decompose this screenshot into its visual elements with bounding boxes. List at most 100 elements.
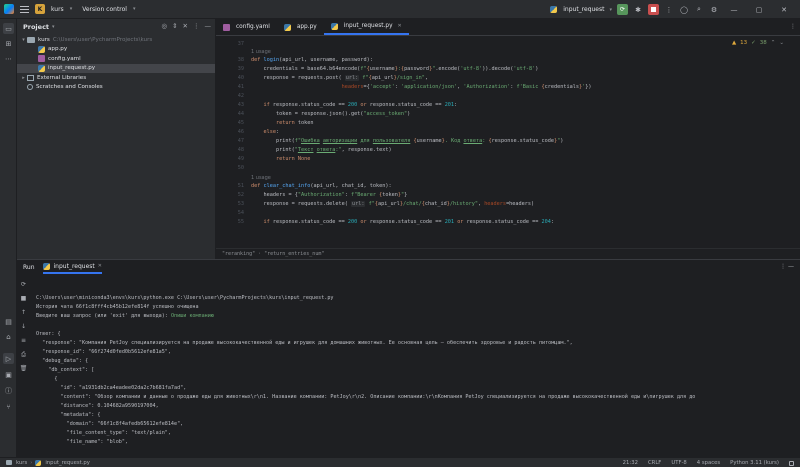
stop-icon — [651, 7, 656, 12]
pycharm-logo-icon — [4, 4, 14, 14]
console-line: История чата 66f1c8fff4cb45b12efe814f ус… — [36, 304, 199, 310]
main-menu-icon[interactable] — [20, 5, 29, 13]
project-tool-icon[interactable]: ▭ — [3, 23, 14, 34]
python-file-icon — [42, 262, 50, 270]
rerun-button[interactable]: ⟳ — [617, 4, 628, 15]
console-line: Введите ваш запрос (или 'exit' для выход… — [36, 313, 214, 319]
project-panel-title[interactable]: Project — [23, 23, 49, 31]
chevron-down-icon[interactable]: ▾ — [609, 7, 612, 13]
python-interpreter[interactable]: Python 3.11 (kurs) — [730, 460, 779, 466]
status-project[interactable]: kurs — [16, 460, 27, 466]
console-line: "response_id": "66f274d0fed0b5612efe81a5… — [36, 349, 171, 355]
chevron-down-icon[interactable]: ▾ — [133, 6, 136, 12]
python-file-icon — [38, 45, 45, 53]
status-bar: kurs › input_request.py 21:32 CRLF UTF-8… — [0, 457, 800, 467]
library-icon — [27, 74, 34, 81]
code-area[interactable]: 37 1 usage 38 def login(api_url, username… — [216, 39, 800, 248]
structure-icon[interactable]: ⊞ — [3, 38, 14, 49]
python-file-icon — [548, 5, 558, 15]
console-line: C:\Users\user\miniconda3\envs\kurs\pytho… — [36, 295, 334, 301]
terminal-icon[interactable]: ▣ — [3, 369, 14, 380]
settings-icon[interactable]: ⚙ — [709, 5, 719, 15]
vcs-menu[interactable]: Version control — [82, 6, 127, 13]
run-tab-input-request[interactable]: input_request ✕ — [42, 260, 102, 274]
yaml-file-icon — [38, 55, 45, 63]
console-output[interactable]: C:\Users\user\miniconda3\envs\kurs\pytho… — [36, 294, 800, 458]
editor-breadcrumb[interactable]: "reranking" · "return_entries_num" — [216, 248, 800, 259]
expand-icon[interactable]: ⇕ — [172, 22, 177, 30]
line-separator[interactable]: CRLF — [648, 460, 661, 466]
python-file-icon — [38, 64, 45, 72]
tab-config-yaml[interactable]: config.yaml — [216, 19, 277, 35]
tool-window-strip: ▭ ⊞ ⋯ ▤ ⌂ ▷ ▣ ⓘ ⑂ — [0, 19, 17, 457]
tab-app-py[interactable]: app.py — [277, 19, 324, 35]
project-panel: Project ▾ ◎ ⇕ ✕ ⋮ — ▾ kurs C:\Users\user… — [17, 19, 216, 259]
options-icon[interactable]: ⋮ — [193, 22, 200, 30]
chevron-down-icon[interactable]: ▾ — [20, 37, 27, 43]
tab-list-icon[interactable]: ⋮ — [790, 23, 796, 30]
search-icon[interactable]: ⌕ — [694, 5, 704, 15]
rerun-icon[interactable]: ⟳ — [19, 280, 28, 289]
run-configuration-select[interactable]: input_request — [563, 6, 604, 13]
maximize-button[interactable]: ▢ — [749, 6, 769, 14]
project-badge[interactable]: K — [35, 4, 45, 14]
tree-file-app[interactable]: app.py — [17, 45, 215, 55]
run-panel-title: Run — [23, 263, 35, 271]
editor-tabs: config.yaml app.py input_request.py ✕ ⋮ — [216, 19, 800, 36]
tab-input-request-py[interactable]: input_request.py ✕ — [323, 19, 409, 35]
caret-position[interactable]: 21:32 — [623, 460, 638, 466]
usage-hint[interactable]: 1 usage — [251, 175, 271, 182]
locate-icon[interactable]: ◎ — [161, 22, 167, 30]
usage-hint[interactable]: 1 usage — [251, 49, 271, 56]
file-encoding[interactable]: UTF-8 — [671, 460, 686, 466]
debug-icon[interactable]: ✱ — [633, 5, 643, 15]
tree-root[interactable]: ▾ kurs C:\Users\user\PycharmProjects\kur… — [17, 35, 215, 45]
trash-icon[interactable]: 🗑 — [19, 364, 28, 373]
project-switcher[interactable]: kurs — [51, 6, 64, 13]
indent-setting[interactable]: 4 spaces — [697, 460, 720, 466]
close-button[interactable]: ✕ — [774, 6, 794, 14]
minimize-button[interactable]: — — [724, 6, 744, 14]
run-panel-header: Run input_request ✕ ⋮ — — [17, 260, 800, 274]
status-file[interactable]: input_request.py — [45, 460, 90, 466]
collapse-icon[interactable]: ✕ — [183, 22, 188, 30]
soft-wrap-icon[interactable]: ≡ — [19, 336, 28, 345]
run-tool-icon[interactable]: ▷ — [3, 353, 14, 364]
more-actions-icon[interactable]: ⋮ — [664, 5, 674, 15]
close-tab-icon[interactable]: ✕ — [98, 263, 102, 269]
more-tools-icon[interactable]: ⋯ — [3, 53, 14, 64]
tree-file-input-request[interactable]: input_request.py — [17, 63, 215, 73]
tree-scratches[interactable]: Scratches and Consoles — [17, 83, 215, 93]
console-line: { — [36, 376, 58, 382]
hide-icon[interactable]: — — [205, 22, 212, 30]
chevron-right-icon[interactable]: ▸ — [20, 75, 27, 81]
console-line: "id": "a1931db2ca4eadee02da2c7b681fa7ad"… — [36, 385, 187, 391]
problems-icon[interactable]: ⓘ — [3, 385, 14, 396]
console-line: "db_context": [ — [36, 367, 95, 373]
python-console-icon[interactable]: ⌂ — [3, 331, 14, 342]
print-icon[interactable]: ⎙ — [19, 350, 28, 359]
run-panel: Run input_request ✕ ⋮ — ⟳ ■ ↑ ↓ ≡ ⎙ 🗑 C:… — [17, 259, 800, 457]
editor: config.yaml app.py input_request.py ✕ ⋮ … — [216, 19, 800, 259]
python-file-icon — [35, 459, 42, 466]
scroll-up-icon[interactable]: ↑ — [19, 308, 28, 317]
stop-button[interactable] — [648, 4, 659, 15]
account-icon[interactable]: ◯ — [679, 5, 689, 15]
title-bar: K kurs ▾ Version control ▾ input_request… — [0, 0, 800, 19]
lock-icon[interactable] — [789, 460, 794, 466]
stop-icon[interactable]: ■ — [19, 294, 28, 303]
scratches-icon — [27, 84, 33, 91]
chevron-down-icon[interactable]: ▾ — [52, 24, 55, 30]
console-line: "distance": 0.104682a9590197004, — [36, 403, 159, 409]
python-file-icon — [330, 22, 338, 30]
chevron-down-icon[interactable]: ▾ — [70, 6, 73, 12]
close-tab-icon[interactable]: ✕ — [398, 23, 402, 29]
python-packages-icon[interactable]: ▤ — [3, 316, 14, 327]
scroll-down-icon[interactable]: ↓ — [19, 322, 28, 331]
git-icon[interactable]: ⑂ — [3, 401, 14, 412]
tree-external-libraries[interactable]: ▸ External Libraries — [17, 73, 215, 83]
run-options-icon[interactable]: ⋮ — — [780, 263, 794, 270]
user-input: Опиши компанию — [170, 313, 214, 319]
tree-file-config[interactable]: config.yaml — [17, 54, 215, 64]
python-file-icon — [283, 23, 291, 31]
